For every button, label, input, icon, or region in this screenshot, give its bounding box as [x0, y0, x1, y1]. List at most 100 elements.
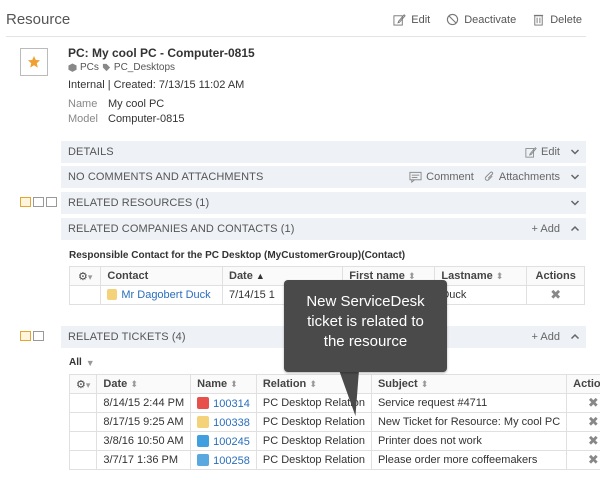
settings-column[interactable]: ⚙▾: [68, 374, 98, 394]
col-lastname[interactable]: Lastname ⬍: [434, 266, 528, 286]
delete-label: Delete: [550, 13, 582, 26]
attachments-button[interactable]: Attachments: [484, 171, 560, 183]
ticket-name-cell[interactable]: 100245: [190, 431, 257, 451]
tickets-table: ⚙▾ Date ⬍ Name ⬍ Relation ⬍ Subject ⬍ Ac…: [68, 374, 600, 470]
deactivate-button[interactable]: Deactivate: [446, 13, 516, 26]
resource-name: PC: My cool PC - Computer-0815: [68, 46, 255, 60]
tile-view-icon[interactable]: [20, 331, 31, 341]
col-name[interactable]: Name ⬍: [190, 374, 257, 394]
paperclip-icon: [484, 171, 493, 181]
col-subject[interactable]: Subject ⬍: [370, 374, 568, 394]
remove-icon[interactable]: ✖: [566, 393, 600, 413]
ticket-relation: PC Desktop Relation: [255, 450, 372, 470]
comment-button[interactable]: Comment: [409, 171, 474, 183]
ticket-name-cell[interactable]: 100314: [190, 393, 257, 413]
col-date[interactable]: Date ⬍: [96, 374, 192, 394]
ticket-name-cell[interactable]: 100338: [190, 412, 257, 432]
list-view-icon[interactable]: [46, 197, 57, 207]
cube-icon: [68, 63, 77, 72]
header-actions: Edit Deactivate Delete: [393, 13, 582, 26]
ticket-type-icon: [197, 396, 210, 409]
tooltip-line-2: ticket is related to: [307, 313, 424, 330]
table-row[interactable]: 8/17/15 9:25 AM 100338 PC Desktop Relati…: [68, 412, 600, 432]
section-related-companies[interactable]: RELATED COMPANIES AND CONTACTS (1) + Add: [61, 218, 586, 240]
category-desktops: PC_Desktops: [113, 62, 176, 73]
field-key-name: Name: [68, 98, 98, 110]
card-view-icon[interactable]: [33, 197, 44, 207]
ticket-name-cell[interactable]: 100258: [190, 450, 257, 470]
filter-label: All: [69, 357, 82, 368]
ticket-date: 3/7/17 1:36 PM: [96, 450, 192, 470]
settings-column[interactable]: ⚙▾: [68, 266, 102, 286]
trash-icon: [534, 14, 544, 26]
table-row[interactable]: 3/8/16 10:50 AM 100245 PC Desktop Relati…: [68, 431, 600, 451]
ticket-link[interactable]: 100245: [213, 436, 250, 448]
section-companies-label: RELATED COMPANIES AND CONTACTS (1): [68, 223, 295, 235]
tickets-header-row: ⚙▾ Date ⬍ Name ⬍ Relation ⬍ Subject ⬍ Ac…: [68, 374, 600, 394]
resource-category: PCs PC_Desktops: [68, 62, 255, 73]
details-edit-button[interactable]: Edit: [525, 146, 560, 158]
contact-cell[interactable]: Mr Dagobert Duck: [100, 285, 223, 305]
remove-icon[interactable]: ✖: [566, 431, 600, 451]
edit-button[interactable]: Edit: [393, 13, 430, 26]
table-row[interactable]: 8/14/15 2:44 PM 100314 PC Desktop Relati…: [68, 393, 600, 413]
caret-down-icon: ▼: [85, 357, 95, 368]
remove-icon[interactable]: ✖: [526, 285, 585, 305]
section-comments[interactable]: NO COMMENTS AND ATTACHMENTS Comment Atta…: [61, 166, 586, 188]
ticket-subject: Please order more coffeemakers: [370, 450, 568, 470]
chevron-down-icon[interactable]: [570, 147, 580, 157]
delete-button[interactable]: Delete: [532, 13, 582, 26]
chevron-up-icon[interactable]: [570, 332, 580, 342]
resource-info: PC: My cool PC - Computer-0815 PCs PC_De…: [68, 46, 255, 125]
resource-view-toggles: [20, 197, 57, 207]
ticket-link[interactable]: 100314: [213, 398, 250, 410]
section-details[interactable]: DETAILS Edit: [61, 141, 586, 163]
chevron-down-icon[interactable]: [570, 198, 580, 208]
section-resources-label: RELATED RESOURCES (1): [68, 197, 210, 209]
ban-icon: [447, 13, 459, 26]
deactivate-label: Deactivate: [464, 13, 517, 26]
tickets-add-button[interactable]: + Add: [532, 331, 560, 343]
ticket-link[interactable]: 100258: [213, 455, 250, 467]
edit-label: Edit: [411, 13, 431, 26]
tickets-add-label: + Add: [531, 331, 560, 343]
ticket-subject: Service request #4711: [370, 393, 568, 413]
ticket-view-toggles: [20, 331, 44, 341]
person-icon: [107, 289, 118, 300]
tile-view-icon[interactable]: [20, 197, 31, 207]
page-header: Resource Edit Deactivate Delete: [0, 0, 600, 38]
companies-add-label: + Add: [531, 223, 560, 235]
tag-icon: [102, 63, 111, 72]
contacts-subtitle: Responsible Contact for the PC Desktop (…: [69, 250, 406, 261]
comment-label: Comment: [426, 171, 474, 183]
remove-icon[interactable]: ✖: [566, 450, 600, 470]
companies-add-button[interactable]: + Add: [532, 223, 560, 235]
attachments-label: Attachments: [498, 171, 560, 183]
resource-fields: Name My cool PC Model Computer-0815: [68, 98, 255, 125]
ticket-date: 3/8/16 10:50 AM: [96, 431, 192, 451]
chevron-down-icon[interactable]: [570, 172, 580, 182]
resource-meta: Internal | Created: 7/13/15 11:02 AM: [68, 79, 245, 91]
header-divider: [6, 36, 586, 37]
tickets-filter-dropdown[interactable]: All ▼: [69, 357, 95, 368]
section-related-resources[interactable]: RELATED RESOURCES (1): [61, 192, 586, 214]
contact-link[interactable]: Mr Dagobert Duck: [121, 289, 210, 301]
ticket-link[interactable]: 100338: [213, 417, 250, 429]
chevron-up-icon[interactable]: [570, 224, 580, 234]
section-comments-label: NO COMMENTS AND ATTACHMENTS: [68, 171, 264, 183]
ticket-type-icon: [197, 453, 210, 466]
gear-icon[interactable]: ⚙: [78, 271, 88, 283]
col-contact[interactable]: Contact: [100, 266, 223, 286]
section-tickets-label: RELATED TICKETS (4): [68, 331, 186, 343]
tooltip-callout: New ServiceDesk ticket is related to the…: [284, 280, 447, 372]
field-key-model: Model: [68, 113, 98, 125]
edit-icon: [393, 14, 406, 26]
gear-icon[interactable]: ⚙: [76, 379, 86, 391]
table-row[interactable]: 3/7/17 1:36 PM 100258 PC Desktop Relatio…: [68, 450, 600, 470]
contact-lastname: Duck: [434, 285, 528, 305]
card-view-icon[interactable]: [33, 331, 44, 341]
tooltip-line-1: New ServiceDesk: [306, 293, 425, 310]
edit-icon: [525, 147, 537, 158]
remove-icon[interactable]: ✖: [566, 412, 600, 432]
resource-favorite-toggle[interactable]: [20, 48, 48, 76]
